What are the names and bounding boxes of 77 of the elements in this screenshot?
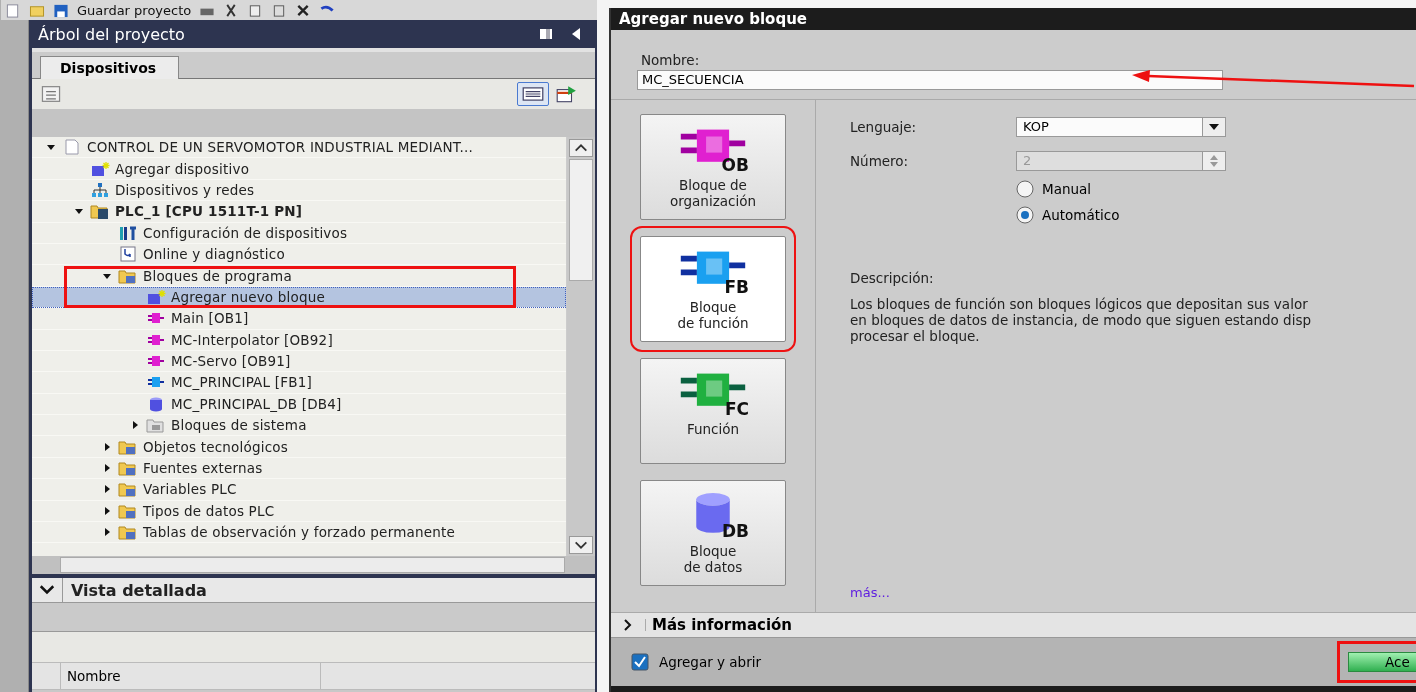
folder-icon [118, 481, 138, 498]
tree-item[interactable]: Bloques de programa [32, 265, 566, 287]
tree-item[interactable]: PLC_1 [CPU 1511T-1 PN] [32, 201, 566, 223]
radio-label: Manual [1042, 181, 1092, 197]
block-code: DB [721, 521, 749, 541]
blockfolder-icon [118, 267, 138, 284]
save-icon[interactable] [53, 2, 69, 18]
tab[interactable]: Dispositivos [40, 56, 180, 79]
tree-item[interactable]: Agregar dispositivo [32, 158, 566, 180]
tree-item[interactable]: MC-Interpolator [OB92] [32, 329, 566, 351]
name-field[interactable]: MC_SECUENCIA [637, 69, 1223, 90]
checkbox[interactable] [631, 653, 649, 671]
config-icon [118, 224, 138, 241]
dialog-title: Agregar nuevo bloque [611, 8, 1416, 30]
tree-item[interactable]: MC_PRINCIPAL [FB1] [32, 372, 566, 394]
tree-item[interactable]: MC-Servo [OB91] [32, 350, 566, 373]
tree-item[interactable]: CONTROL DE UN SERVOMOTOR INDUSTRIAL MEDIANT... [32, 137, 566, 159]
expand-arrow-icon[interactable] [102, 484, 112, 495]
diag-icon [118, 246, 138, 263]
block-code: FC [724, 399, 749, 419]
add-icon [146, 288, 166, 305]
expand-arrow-icon[interactable] [130, 420, 140, 431]
section-title: Vista detallada [70, 580, 207, 600]
section-title: Más información [651, 616, 793, 634]
tree-item[interactable]: Tablas de observación y forzado permanente [32, 522, 566, 544]
accept-button[interactable]: Ace [1348, 652, 1416, 672]
panel-title: Árbol del proyecto [38, 24, 186, 44]
tree-item[interactable]: Objetos tecnológicos [32, 436, 566, 458]
plc-icon [90, 203, 110, 220]
expand-arrow-icon[interactable] [102, 463, 112, 474]
project-icon [62, 139, 82, 156]
folder-icon [118, 438, 138, 455]
block-code: OB [721, 155, 749, 175]
dropdown-arrow-icon[interactable] [1209, 124, 1219, 130]
field-label: Nombre: [641, 52, 700, 68]
tree-item[interactable]: Configuración de dispositivos [32, 222, 566, 244]
horizontal-scrollbar[interactable] [32, 556, 595, 578]
tree-item[interactable]: Fuentes externas [32, 457, 566, 480]
expand-arrow-icon[interactable] [102, 527, 112, 538]
radio-button[interactable] [1016, 206, 1034, 224]
block-type-button[interactable]: OB Bloque de organización [640, 114, 786, 220]
block-type-button[interactable]: FC Función [640, 358, 786, 464]
description-label: Descripción: [850, 270, 935, 286]
block-type-button[interactable]: DB Bloque de datos [640, 480, 786, 586]
folder-icon [118, 524, 138, 541]
scroll-down-icon[interactable] [569, 536, 593, 554]
folder-icon [118, 502, 138, 519]
tree-item[interactable]: Online y diagnóstico [32, 243, 566, 266]
tree-item[interactable]: Dispositivos y redes [32, 179, 566, 202]
vertical-scrollbar[interactable] [567, 137, 595, 556]
tree-item[interactable]: Bloques de sistema [32, 415, 566, 437]
layout-icon[interactable] [539, 27, 553, 41]
add-icon [90, 160, 110, 177]
network-icon [90, 181, 110, 198]
field-label: Lenguaje: [850, 119, 918, 135]
network-view-icon[interactable] [40, 84, 62, 104]
block-code: FB [724, 277, 749, 297]
expand-arrow-icon[interactable] [102, 441, 112, 452]
new-project-icon[interactable] [5, 2, 21, 18]
scroll-up-icon[interactable] [569, 139, 593, 157]
language-dropdown[interactable]: KOP [1016, 117, 1226, 137]
list-view-icon[interactable] [517, 82, 549, 106]
radio-button[interactable] [1016, 180, 1034, 198]
tree-item[interactable]: MC_PRINCIPAL_DB [DB4] [32, 393, 566, 416]
field-label: Número: [850, 153, 910, 169]
checkbox-label: Agregar y abrir [659, 654, 762, 670]
table-export-icon[interactable] [555, 84, 577, 104]
description-text: Los bloques de función son bloques lógicos que depositan sus valor en bloques de datos de instancia, de modo que siguen estando disp procesar el bloque. [850, 296, 1313, 344]
sysfolder-icon [146, 417, 166, 434]
radio-label: Automático [1042, 207, 1120, 223]
tree-item[interactable]: Tipos de datos PLC [32, 500, 566, 523]
expand-arrow-icon[interactable] [102, 505, 112, 516]
more-link[interactable]: más... [850, 585, 1416, 600]
folder-icon [118, 460, 138, 477]
tree-item[interactable]: Variables PLC [32, 479, 566, 501]
tree-item[interactable]: Main [OB1] [32, 308, 566, 330]
save-project-button[interactable]: Guardar proyecto [77, 2, 192, 18]
